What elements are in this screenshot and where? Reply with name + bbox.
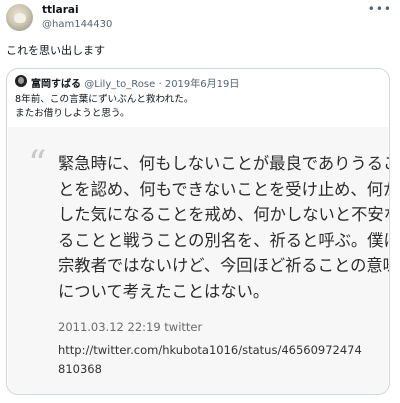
meta-separator: · xyxy=(158,79,162,90)
ellipsis-icon[interactable]: ••• xyxy=(368,2,392,16)
quote-body-line: した気になることを戒め、何かしないと不安な xyxy=(58,205,390,225)
quoted-header: 富岡すばる @Lily_to_Rose · 2019年6月19日 xyxy=(31,75,239,90)
quote-body: 緊急時に、何もしないことが最良でありうるこ とを認め、何もできないことを受け止め… xyxy=(58,151,390,305)
quoted-avatar xyxy=(15,75,27,87)
quote-source-link-line: 810368 xyxy=(58,362,102,376)
tweet-text: これを思い出します xyxy=(6,44,105,57)
quote-body-line: 緊急時に、何もしないことが最良でありうるこ xyxy=(58,154,390,173)
quote-image[interactable]: “ 緊急時に、何もしないことが最良でありうるこ とを認め、何もできないことを受け… xyxy=(8,127,390,394)
quote-source-link: http://twitter.com/hkubota1016/status/46… xyxy=(58,341,378,379)
quoted-text: 8年前、この言葉にずいぶんと救われた。 またお借りしようと思う。 xyxy=(15,93,193,121)
user-handle[interactable]: @ham144430 xyxy=(42,19,112,30)
quoted-display-name: 富岡すばる xyxy=(31,79,81,90)
quote-body-line: について考えたことはない。 xyxy=(58,281,270,301)
quote-mark-icon: “ xyxy=(28,144,47,185)
quote-source-link-line: http://twitter.com/hkubota1016/status/46… xyxy=(58,343,362,357)
quoted-handle: @Lily_to_Rose xyxy=(84,79,156,90)
quote-source-meta: 2011.03.12 22:19 twitter xyxy=(58,320,203,334)
quoted-text-line: 8年前、この言葉にずいぶんと救われた。 xyxy=(15,94,194,105)
quoted-text-line: またお借りしようと思う。 xyxy=(15,108,130,119)
avatar[interactable] xyxy=(6,4,33,31)
quote-body-line: とを認め、何もできないことを受け止め、何か xyxy=(58,179,390,199)
quoted-tweet[interactable]: 富岡すばる @Lily_to_Rose · 2019年6月19日 8年前、この言… xyxy=(6,68,390,395)
quote-body-line: 宗教者ではないけど、今回ほど祈ることの意味 xyxy=(58,256,390,276)
quote-body-line: ることと戦うことの別名を、祈ると呼ぶ。僕は xyxy=(58,230,390,250)
display-name[interactable]: ttlarai xyxy=(42,4,79,16)
quoted-date: 2019年6月19日 xyxy=(164,79,240,90)
